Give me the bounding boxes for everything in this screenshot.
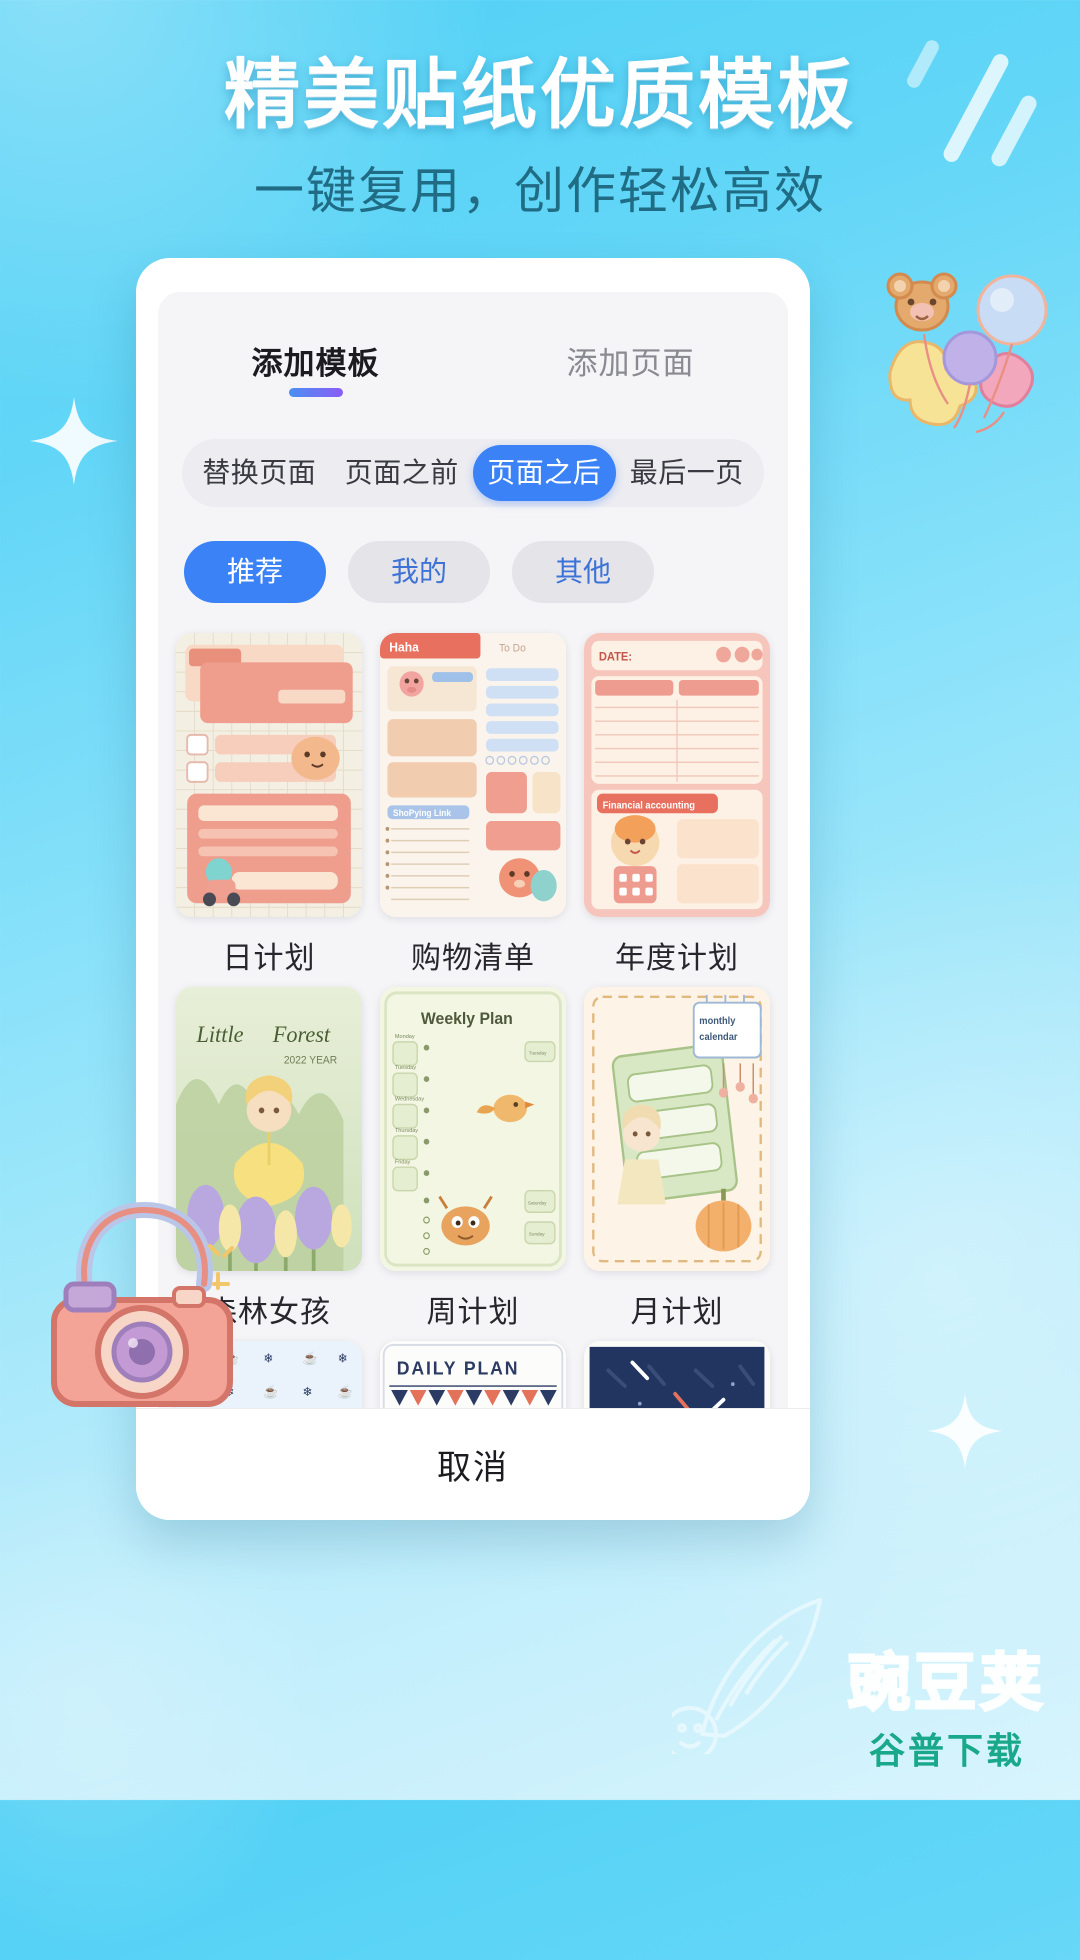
tab-add-page[interactable]: 添加页面	[473, 338, 788, 403]
template-label: 购物清单	[411, 942, 535, 975]
svg-text:Haha: Haha	[389, 640, 419, 654]
svg-text:☕: ☕	[263, 1384, 278, 1399]
template-label: 月计划	[630, 1296, 724, 1329]
template-label: 森林女孩	[207, 1296, 331, 1329]
tab-active-indicator	[288, 388, 343, 397]
template-card-weekly-plan[interactable]: Weekly Plan Monday Tuesday Wednesday Thurs…	[380, 987, 566, 1331]
svg-text:❄: ❄	[338, 1351, 348, 1365]
template-thumbnail[interactable]	[176, 633, 362, 917]
template-picker-sheet: 添加模板 添加页面 替换页面 页面之前 页面之后 最后一页 推荐 我的 其他 日…	[136, 258, 810, 1520]
svg-text:Financial accounting: Financial accounting	[603, 800, 695, 811]
svg-text:Wednesday: Wednesday	[395, 1096, 424, 1102]
page-subtitle: 一键复用，创作轻松高效	[254, 163, 826, 220]
category-chip-row: 推荐 我的 其他	[184, 541, 788, 603]
sparkle-icon	[926, 1392, 1004, 1470]
segment-last-page[interactable]: 最后一页	[616, 445, 759, 501]
weekly-plan-thumb-icon: Weekly Plan Monday Tuesday Wednesday Thurs…	[380, 987, 566, 1271]
template-card-may-calendar[interactable]: May SUN MON TUE WED THV FRI SAT 1234	[584, 1341, 770, 1408]
watermark-brand: 豌豆荚	[846, 1648, 1046, 1718]
yearly-plan-thumb-icon: DATE: Financial accounting	[584, 633, 770, 917]
segment-before-page[interactable]: 页面之前	[331, 445, 474, 501]
template-thumbnail[interactable]: ❄☕❄☕❄ ☕❄☕❄☕ ❄☕❄☕❄ 2022 ❄☕❄☕ ☕❄☕❄❄	[176, 1341, 362, 1408]
template-label: 日计划	[222, 942, 316, 975]
page-position-segment: 替换页面 页面之前 页面之后 最后一页	[182, 439, 764, 507]
little-forest-thumb-icon: Little Forest 2022 YEAR	[176, 987, 362, 1271]
cancel-button-label: 取消	[437, 1449, 509, 1487]
may-calendar-thumb-icon: May SUN MON TUE WED THV FRI SAT 1234	[584, 1341, 770, 1408]
shopping-list-thumb-icon: Haha To Do ShoPying Link	[380, 633, 566, 917]
tab-add-template-label: 添加模板	[251, 346, 380, 381]
svg-text:2022 YEAR: 2022 YEAR	[284, 1054, 338, 1066]
chip-mine[interactable]: 我的	[348, 541, 490, 603]
template-card-daily-plan-navy[interactable]: DAILY PLAN	[380, 1341, 566, 1408]
feather-sticker-icon	[662, 1574, 862, 1762]
tab-add-page-label: 添加页面	[566, 346, 695, 381]
daily-plan-navy-thumb-icon: DAILY PLAN	[380, 1341, 566, 1408]
svg-text:☕: ☕	[302, 1350, 317, 1365]
svg-text:Monday: Monday	[395, 1034, 415, 1040]
template-grid: 日计划 Haha To Do ShoPying Link 购物清单 DATE: …	[176, 633, 770, 1408]
page-title: 精美贴纸优质模板	[224, 53, 856, 138]
template-label: 周计划	[426, 1296, 520, 1329]
svg-text:❄: ❄	[263, 1351, 273, 1365]
tab-bar: 添加模板 添加页面	[158, 292, 788, 403]
svg-text:❄: ❄	[224, 1385, 234, 1399]
cancel-button[interactable]: 取消	[136, 1408, 810, 1520]
monthly-calendar-thumb-icon: monthly calendar	[584, 987, 770, 1271]
template-card-monthly-calendar[interactable]: monthly calendar 月计划	[584, 987, 770, 1331]
bear-balloons-sticker-icon	[862, 262, 1062, 452]
sheet-content: 添加模板 添加页面 替换页面 页面之前 页面之后 最后一页 推荐 我的 其他 日…	[158, 292, 788, 1408]
chip-other[interactable]: 其他	[512, 541, 654, 603]
svg-text:❄: ❄	[185, 1351, 195, 1365]
template-card-snow-2022[interactable]: ❄☕❄☕❄ ☕❄☕❄☕ ❄☕❄☕❄ 2022 ❄☕❄☕ ☕❄☕❄❄	[176, 1341, 362, 1408]
template-thumbnail[interactable]: Little Forest 2022 YEAR	[176, 987, 362, 1271]
template-label: 年度计划	[615, 942, 739, 975]
headline-block: 精美贴纸优质模板 一键复用，创作轻松高效	[0, 52, 1080, 221]
segment-after-page[interactable]: 页面之后	[473, 445, 616, 501]
template-thumbnail[interactable]: DATE: Financial accounting	[584, 633, 770, 917]
template-card-shopping-list[interactable]: Haha To Do ShoPying Link 购物清单	[380, 633, 566, 977]
snow-2022-thumb-icon: ❄☕❄☕❄ ☕❄☕❄☕ ❄☕❄☕❄ 2022 ❄☕❄☕ ☕❄☕❄❄	[176, 1341, 362, 1408]
svg-text:Tuesday: Tuesday	[395, 1065, 416, 1071]
svg-text:monthly: monthly	[699, 1016, 736, 1027]
template-thumbnail[interactable]: May SUN MON TUE WED THV FRI SAT 1234	[584, 1341, 770, 1408]
watermark: 豌豆荚 谷普下载	[846, 1648, 1046, 1774]
chip-recommended[interactable]: 推荐	[184, 541, 326, 603]
svg-text:DATE:: DATE:	[599, 651, 632, 663]
svg-text:calendar: calendar	[699, 1032, 737, 1043]
template-thumbnail[interactable]: Weekly Plan Monday Tuesday Wednesday Thurs…	[380, 987, 566, 1271]
svg-text:Sunday: Sunday	[529, 1232, 545, 1238]
svg-text:To Do: To Do	[499, 642, 526, 654]
svg-text:DAILY PLAN: DAILY PLAN	[397, 1358, 520, 1379]
svg-text:ShoPying Link: ShoPying Link	[393, 808, 451, 818]
svg-text:Saturday: Saturday	[528, 1200, 547, 1206]
template-thumbnail[interactable]: Haha To Do ShoPying Link	[380, 633, 566, 917]
svg-text:❄: ❄	[302, 1385, 312, 1399]
template-card-little-forest[interactable]: Little Forest 2022 YEAR 森林女孩	[176, 987, 362, 1331]
tab-add-template[interactable]: 添加模板	[158, 338, 473, 403]
svg-text:☕: ☕	[185, 1384, 200, 1399]
svg-text:Weekly Plan: Weekly Plan	[421, 1010, 513, 1028]
template-thumbnail[interactable]: monthly calendar	[584, 987, 770, 1271]
svg-text:☕: ☕	[224, 1350, 239, 1365]
template-card-daily-plan[interactable]: 日计划	[176, 633, 362, 977]
svg-text:☕: ☕	[338, 1384, 353, 1399]
page-position-segment-wrap: 替换页面 页面之前 页面之后 最后一页	[182, 439, 764, 507]
template-card-yearly-plan[interactable]: DATE: Financial accounting 年度计划	[584, 633, 770, 977]
template-thumbnail[interactable]: DAILY PLAN	[380, 1341, 566, 1408]
svg-text:Thursday: Thursday	[395, 1128, 418, 1134]
segment-replace-page[interactable]: 替换页面	[188, 445, 331, 501]
svg-text:Tuesday: Tuesday	[529, 1050, 547, 1056]
sparkle-icon	[28, 395, 120, 487]
svg-text:Little: Little	[195, 1021, 243, 1047]
watermark-source: 谷普下载	[868, 1730, 1025, 1771]
daily-plan-pink-thumb-icon	[176, 633, 362, 917]
svg-text:Friday: Friday	[395, 1159, 411, 1165]
svg-text:Forest: Forest	[272, 1021, 331, 1047]
